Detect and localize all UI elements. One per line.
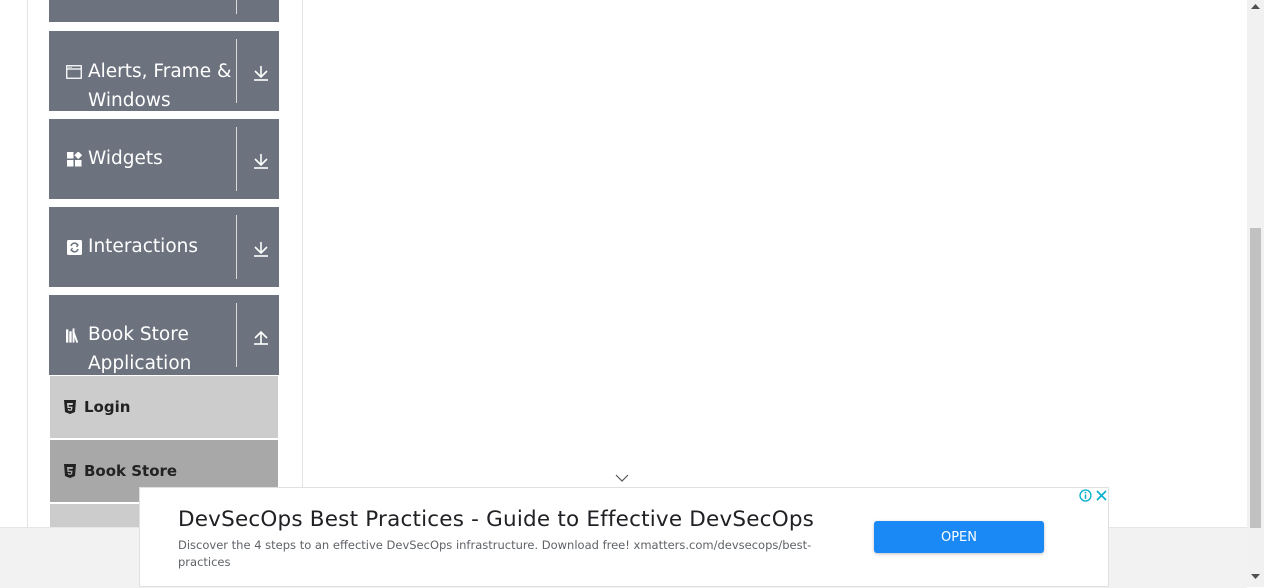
interactions-icon bbox=[66, 239, 82, 255]
group-separator bbox=[236, 127, 237, 191]
scroll-down-arrow-icon[interactable] bbox=[1250, 573, 1261, 581]
group-separator bbox=[236, 215, 237, 279]
expand-download-icon[interactable] bbox=[252, 64, 270, 82]
close-icon[interactable] bbox=[1095, 489, 1108, 502]
sidebar-group-alerts-frame-windows[interactable]: Alerts, Frame & Windows bbox=[49, 31, 279, 111]
group-label-line1: Book Store bbox=[88, 324, 189, 345]
html5-icon bbox=[64, 464, 76, 478]
sidebar-group-interactions[interactable]: Interactions bbox=[49, 207, 279, 287]
group-header: Book Store Application bbox=[49, 295, 279, 378]
window-icon bbox=[66, 64, 82, 80]
ad-banner[interactable]: DevSecOps Best Practices - Guide to Effe… bbox=[139, 487, 1109, 587]
group-label: Widgets bbox=[88, 148, 163, 169]
sidebar-group-widgets[interactable]: Widgets bbox=[49, 119, 279, 199]
group-label-line2: Windows bbox=[88, 90, 171, 111]
ad-open-button[interactable]: OPEN bbox=[874, 521, 1044, 553]
group-header: Alerts, Frame & Windows bbox=[49, 31, 279, 115]
page-frame-left bbox=[27, 0, 28, 527]
books-icon bbox=[66, 327, 82, 343]
scrollbar-thumb[interactable] bbox=[1250, 228, 1261, 528]
group-separator bbox=[236, 303, 237, 367]
group-label-line1: Alerts, Frame & bbox=[88, 61, 232, 82]
group-header: Widgets bbox=[49, 119, 279, 173]
sidebar-item-label: Book Store bbox=[84, 462, 178, 480]
widgets-icon bbox=[66, 151, 82, 167]
sidebar-group-previous[interactable] bbox=[49, 0, 279, 22]
info-icon[interactable] bbox=[1079, 489, 1092, 502]
expand-download-icon[interactable] bbox=[252, 240, 270, 258]
scroll-up-arrow-icon[interactable] bbox=[1250, 3, 1261, 11]
group-header: Interactions bbox=[49, 207, 279, 261]
sidebar-item-login[interactable]: Login bbox=[50, 376, 278, 438]
collapse-upload-icon[interactable] bbox=[252, 328, 270, 346]
sidebar-group-book-store-application[interactable]: Book Store Application bbox=[49, 295, 279, 375]
ad-title[interactable]: DevSecOps Best Practices - Guide to Effe… bbox=[178, 507, 814, 532]
ad-description[interactable]: Discover the 4 steps to an effective Dev… bbox=[178, 537, 848, 571]
chevron-down-icon[interactable] bbox=[615, 473, 629, 483]
sidebar-item-label: Login bbox=[84, 398, 131, 416]
page-frame-divider bbox=[302, 0, 303, 487]
group-separator bbox=[236, 0, 237, 14]
expand-download-icon[interactable] bbox=[252, 152, 270, 170]
group-label: Alerts, Frame & Windows bbox=[88, 57, 231, 115]
group-label: Interactions bbox=[88, 236, 199, 257]
group-separator bbox=[236, 39, 237, 103]
group-label: Book Store Application bbox=[88, 320, 191, 378]
html5-icon bbox=[64, 400, 76, 414]
group-label-line2: Application bbox=[88, 353, 192, 374]
